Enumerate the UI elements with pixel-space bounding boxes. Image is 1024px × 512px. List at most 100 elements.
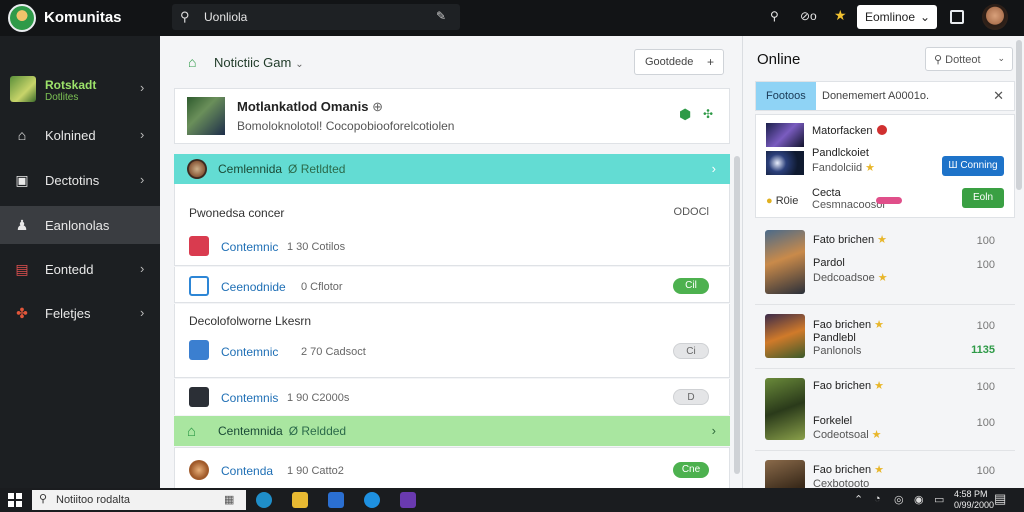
toolbar-item[interactable]: ⊘o [800,9,817,23]
game-meta: Dedcoadsoe ★ [813,272,888,284]
sidebar-item-home[interactable]: ⌂ Kolnined › [0,116,160,154]
star-icon[interactable]: ★ [834,7,847,24]
section-bar[interactable]: ⌂ Centemnida Ø Reldded › [174,416,730,446]
filter-dropdown[interactable]: ⚲ Dotteot ⌄ [925,47,1013,71]
share-icon[interactable]: ✣ [703,107,713,121]
game-count: 100 [976,259,995,271]
item-icon [189,236,209,256]
list-item-meta: 2 70 Cadsoct [301,346,366,358]
app-icon[interactable] [400,492,416,508]
list-item-meta: 1 90 C2000s [287,392,350,404]
topbar-dropdown-button[interactable]: Eomlinoe ⌄ [857,5,937,29]
clock[interactable]: 4:58 PM 0/99/2000 [954,489,994,511]
badge-icon[interactable]: ⬢ [679,106,691,123]
status-pill[interactable]: Ci [673,343,709,359]
avatar [187,159,207,179]
game-thumbnail [766,123,804,147]
close-icon[interactable]: ✕ [993,88,1004,104]
chevron-up-icon[interactable]: ⌃ [854,493,863,506]
item-icon [189,387,209,407]
panel-title: Online [757,51,801,68]
list-item-title[interactable]: Contemnic [221,240,278,254]
status-dot [876,125,887,135]
battery-icon[interactable]: ▭ [934,493,944,506]
game-count: 100 [976,417,995,429]
start-button[interactable] [8,493,22,507]
right-panel: Online ⚲ Dotteot ⌄ Footoos Donememert A0… [742,36,1024,488]
game-thumbnail [10,76,36,102]
sidebar-item-community[interactable]: ♟ Eanlonolas [0,206,160,244]
game-meta: Cexbotooto [813,478,870,488]
game-count: 1135 [971,344,995,356]
mic-icon[interactable]: ✎ [436,9,446,23]
list-item[interactable]: Contenda 1 90 Catto2 Cne [174,447,730,488]
sidebar-item-label: Feletjes [45,306,91,321]
list-item-title[interactable]: Contemnis [221,391,278,405]
sidebar: Rotskadt Dotlites › ⌂ Kolnined › ▣ Decto… [0,36,160,488]
game-meta: Codeotsoal ★ [813,429,882,441]
sidebar-item-label: Eanlonolas [45,218,110,233]
online-desc: Cesmnacoosor [812,199,886,211]
folder-icon[interactable] [292,492,308,508]
list-item[interactable]: Contemnis 1 90 C2000s D [174,379,730,415]
list-item-title[interactable]: Contenda [221,464,273,478]
featured-title: Motlankatlod Omanis ⊕ [237,99,383,114]
game-list-item[interactable]: Fato brichen ★ Pardol Dedcoadsoe ★ 100 100 [755,226,1015,304]
sidebar-item-label: Kolnined [45,128,96,143]
wifi-icon[interactable]: ◉ [914,493,924,506]
scrollbar[interactable] [1016,40,1022,190]
game-count: 100 [976,320,995,332]
game-sub: Pardol [813,257,845,269]
search-box[interactable]: ⚲ Uonliola ✎ [172,4,460,30]
chevron-down-icon: ⌄ [997,53,1005,63]
game-list-item[interactable]: Fao brichen ★ Cexbotooto 100 [755,456,1015,488]
status-pill[interactable]: Cil [673,278,709,294]
tab-other[interactable]: Donememert A0001o. [822,90,929,102]
section-count: ODOCl [673,206,709,218]
media-icon: ▤ [15,261,29,277]
status-pill[interactable]: D [673,389,709,405]
edge-icon[interactable] [256,492,272,508]
volume-icon[interactable]: ◎ [894,493,904,506]
list-item-title[interactable]: Ceenodnide [221,280,286,294]
section-bar[interactable]: Cemlennida Ø Retldted › [174,154,730,184]
app-icon[interactable]: ▦ [224,493,234,506]
window-icon[interactable] [950,10,964,24]
sidebar-item-content[interactable]: ▤ Eontedd › [0,250,160,288]
online-sub: Cecta [812,187,841,199]
taskbar-search[interactable]: ⚲ Notiitoo rodalta [32,490,246,510]
network-icon[interactable]: ◔ [874,493,881,505]
app-logo-icon[interactable] [8,4,36,32]
user-avatar[interactable] [982,4,1008,30]
list-item[interactable]: Ceenodnide 0 Cflotor Cil [174,267,730,303]
join-button[interactable]: Ш Conning [942,156,1004,176]
app-name: Komunitas [44,9,122,26]
sidebar-item-label: Eontedd [45,262,94,277]
taskbar-search-input[interactable]: Notiitoo rodalta [56,494,130,506]
game-sub: Forkelel [813,415,853,427]
scrollbar[interactable] [734,156,740,474]
sidebar-item-settings[interactable]: ✤ Feletjes › [0,294,160,332]
game-list-item[interactable]: Fao brichen ★ Forkelel Codeotsoal ★ 100 10… [755,374,1015,452]
notification-icon[interactable]: ▤ [994,491,1006,507]
add-button-label: Gootdede [645,56,694,68]
sidebar-game-title: Rotskadt [45,78,97,92]
play-button[interactable]: Eoln [962,188,1004,208]
sidebar-item-library[interactable]: ▣ Dectotins › [0,161,160,199]
store-icon[interactable] [328,492,344,508]
search-input[interactable]: Uonliola [204,10,247,24]
featured-card[interactable]: Motlankatlod Omanis ⊕ Bomoloknolotol! Co… [174,88,730,144]
status-pill[interactable]: Cne [673,462,709,478]
emoji-icon: ● R0ie [766,195,799,207]
browser-icon[interactable] [364,492,380,508]
tab-active[interactable]: Footoos [756,82,816,110]
section-block: Pwonedsa concer ODOCl Contemnic 1 30 Cot… [174,184,730,266]
users-icon: ♟ [15,217,29,233]
profile-icon[interactable]: ⚲ [770,9,779,23]
page-title-dropdown[interactable]: Notictiic Gam ⌄ [214,55,304,70]
add-button[interactable]: Gootdede + [634,49,724,75]
chevron-right-icon: › [140,305,145,320]
list-item-title[interactable]: Contemnic [221,345,278,359]
game-thumbnail [765,378,805,440]
plus-icon: + [706,55,714,69]
